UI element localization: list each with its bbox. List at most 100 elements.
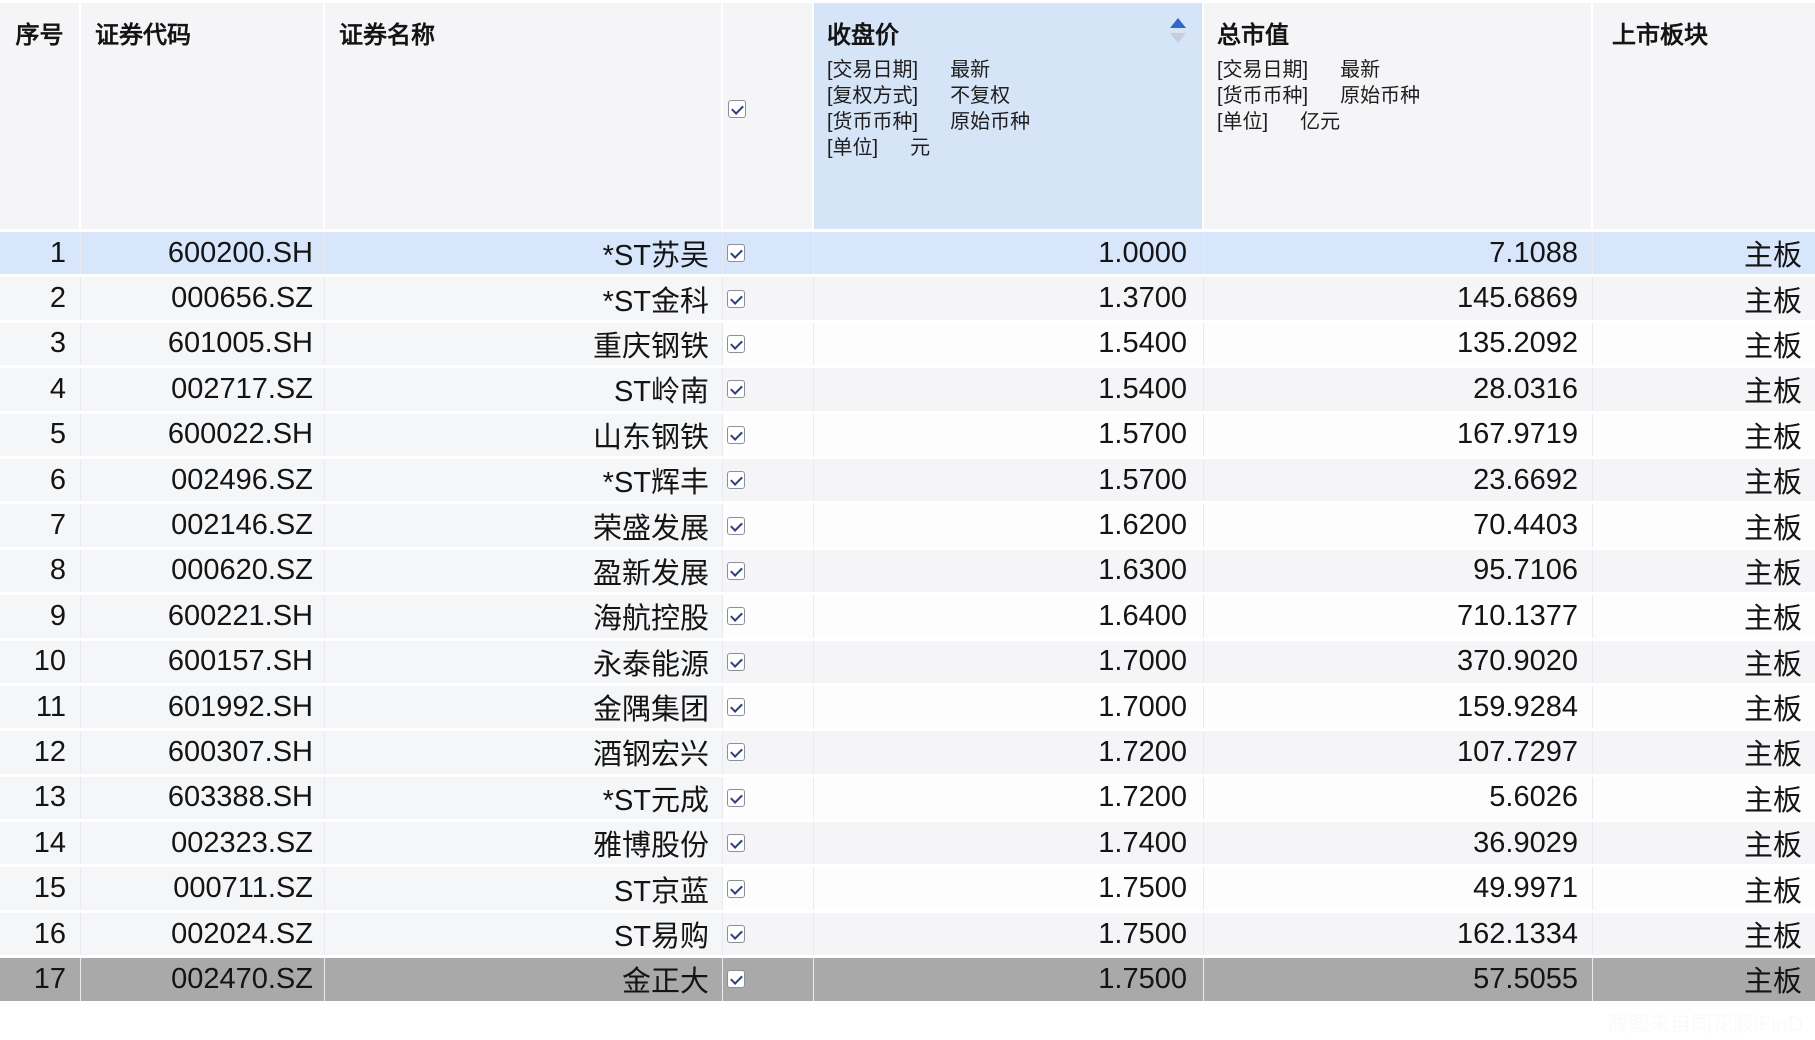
- cell-board: 主板: [1593, 686, 1815, 728]
- row-checkbox[interactable]: [727, 834, 745, 852]
- select-all-checkbox[interactable]: [728, 100, 746, 118]
- cell-board: 主板: [1593, 867, 1815, 909]
- cell-index: 15: [0, 867, 81, 909]
- header-close-price[interactable]: 收盘价 [交易日期]最新[复权方式]不复权[货币币种]原始币种[单位]元: [814, 3, 1204, 229]
- cell-code: 002323.SZ: [81, 822, 325, 864]
- cell-board: 主板: [1593, 277, 1815, 319]
- cell-index: 17: [0, 958, 81, 1000]
- cell-name: *ST金科: [325, 277, 723, 319]
- row-checkbox[interactable]: [727, 290, 745, 308]
- attr-value: 最新: [1340, 59, 1380, 81]
- attr-value: 亿元: [1300, 111, 1340, 133]
- header-close-attrs: [交易日期]最新[复权方式]不复权[货币币种]原始币种[单位]元: [827, 57, 1186, 161]
- cell-close: 1.5700: [814, 414, 1204, 456]
- cell-close: 1.0000: [814, 232, 1204, 274]
- cell-close: 1.7000: [814, 686, 1204, 728]
- row-checkbox[interactable]: [727, 517, 745, 535]
- cell-mktcap: 5.6026: [1204, 777, 1593, 819]
- cell-name: 永泰能源: [325, 641, 723, 683]
- attr-label: [单位]: [827, 137, 878, 159]
- row-checkbox[interactable]: [727, 607, 745, 625]
- cell-checkbox: [723, 504, 814, 546]
- row-checkbox[interactable]: [727, 335, 745, 353]
- cell-board: 主板: [1593, 958, 1815, 1000]
- table-row[interactable]: 13 603388.SH *ST元成 1.7200 5.6026 主板: [0, 777, 1815, 822]
- row-checkbox[interactable]: [727, 743, 745, 761]
- cell-board: 主板: [1593, 777, 1815, 819]
- table-row[interactable]: 9 600221.SH 海航控股 1.6400 710.1377 主板: [0, 595, 1815, 640]
- row-checkbox[interactable]: [727, 698, 745, 716]
- cell-index: 6: [0, 459, 81, 501]
- row-checkbox[interactable]: [727, 925, 745, 943]
- cell-index: 14: [0, 822, 81, 864]
- table-row[interactable]: 1 600200.SH *ST苏吴 1.0000 7.1088 主板: [0, 232, 1815, 277]
- cell-checkbox: [723, 277, 814, 319]
- table-row[interactable]: 5 600022.SH 山东钢铁 1.5700 167.9719 主板: [0, 414, 1815, 459]
- table-row[interactable]: 15 000711.SZ ST京蓝 1.7500 49.9971 主板: [0, 867, 1815, 912]
- cell-mktcap: 159.9284: [1204, 686, 1593, 728]
- cell-name: 酒钢宏兴: [325, 731, 723, 773]
- sort-indicator: [1170, 18, 1186, 43]
- table-row[interactable]: 10 600157.SH 永泰能源 1.7000 370.9020 主板: [0, 641, 1815, 686]
- table-row[interactable]: 14 002323.SZ 雅博股份 1.7400 36.9029 主板: [0, 822, 1815, 867]
- cell-code: 600157.SH: [81, 641, 325, 683]
- table-row[interactable]: 12 600307.SH 酒钢宏兴 1.7200 107.7297 主板: [0, 731, 1815, 776]
- header-mktcap[interactable]: 总市值 [交易日期]最新[货币币种]原始币种[单位]亿元: [1204, 3, 1593, 229]
- header-name-label: 证券名称: [339, 22, 435, 49]
- cell-mktcap: 370.9020: [1204, 641, 1593, 683]
- cell-index: 13: [0, 777, 81, 819]
- row-checkbox[interactable]: [727, 471, 745, 489]
- table-row[interactable]: 8 000620.SZ 盈新发展 1.6300 95.7106 主板: [0, 550, 1815, 595]
- cell-mktcap: 167.9719: [1204, 414, 1593, 456]
- row-checkbox[interactable]: [727, 380, 745, 398]
- watermark: 截图来自同花顺iFinD: [1607, 1008, 1803, 1038]
- cell-name: *ST元成: [325, 777, 723, 819]
- row-checkbox[interactable]: [727, 426, 745, 444]
- cell-board: 主板: [1593, 368, 1815, 410]
- cell-mktcap: 36.9029: [1204, 822, 1593, 864]
- header-code-label: 证券代码: [95, 22, 191, 49]
- cell-name: 山东钢铁: [325, 414, 723, 456]
- row-checkbox[interactable]: [727, 244, 745, 262]
- cell-close: 1.5400: [814, 368, 1204, 410]
- cell-checkbox: [723, 641, 814, 683]
- cell-checkbox: [723, 368, 814, 410]
- header-attr-line: [单位] 亿元: [1217, 109, 1577, 135]
- header-code[interactable]: 证券代码: [81, 3, 325, 229]
- header-attr-line: [货币币种]原始币种: [1217, 83, 1577, 109]
- cell-index: 7: [0, 504, 81, 546]
- row-checkbox[interactable]: [727, 789, 745, 807]
- cell-mktcap: 135.2092: [1204, 323, 1593, 365]
- table-row[interactable]: 11 601992.SH 金隅集团 1.7000 159.9284 主板: [0, 686, 1815, 731]
- header-attr-line: [复权方式]不复权: [827, 83, 1186, 109]
- header-name[interactable]: 证券名称: [325, 3, 723, 229]
- table-row[interactable]: 7 002146.SZ 荣盛发展 1.6200 70.4403 主板: [0, 504, 1815, 549]
- row-checkbox[interactable]: [727, 880, 745, 898]
- cell-index: 4: [0, 368, 81, 410]
- cell-code: 002717.SZ: [81, 368, 325, 410]
- header-attr-line: [交易日期]最新: [827, 57, 1186, 83]
- table-row[interactable]: 17 002470.SZ 金正大 1.7500 57.5055 主板: [0, 958, 1815, 1003]
- cell-checkbox: [723, 913, 814, 955]
- cell-checkbox: [723, 777, 814, 819]
- cell-close: 1.7500: [814, 913, 1204, 955]
- cell-code: 002146.SZ: [81, 504, 325, 546]
- row-checkbox[interactable]: [727, 970, 745, 988]
- cell-board: 主板: [1593, 731, 1815, 773]
- cell-mktcap: 7.1088: [1204, 232, 1593, 274]
- table-row[interactable]: 16 002024.SZ ST易购 1.7500 162.1334 主板: [0, 913, 1815, 958]
- cell-board: 主板: [1593, 550, 1815, 592]
- header-board[interactable]: 上市板块: [1593, 3, 1815, 229]
- attr-label: [交易日期]: [827, 59, 918, 81]
- table-row[interactable]: 3 601005.SH 重庆钢铁 1.5400 135.2092 主板: [0, 323, 1815, 368]
- table-row[interactable]: 6 002496.SZ *ST辉丰 1.5700 23.6692 主板: [0, 459, 1815, 504]
- cell-code: 601005.SH: [81, 323, 325, 365]
- header-mktcap-attrs: [交易日期]最新[货币币种]原始币种[单位]亿元: [1217, 57, 1577, 135]
- cell-code: 002496.SZ: [81, 459, 325, 501]
- table-row[interactable]: 4 002717.SZ ST岭南 1.5400 28.0316 主板: [0, 368, 1815, 413]
- table-row[interactable]: 2 000656.SZ *ST金科 1.3700 145.6869 主板: [0, 277, 1815, 322]
- cell-close: 1.7200: [814, 777, 1204, 819]
- attr-label: [单位]: [1217, 111, 1268, 133]
- row-checkbox[interactable]: [727, 653, 745, 671]
- row-checkbox[interactable]: [727, 562, 745, 580]
